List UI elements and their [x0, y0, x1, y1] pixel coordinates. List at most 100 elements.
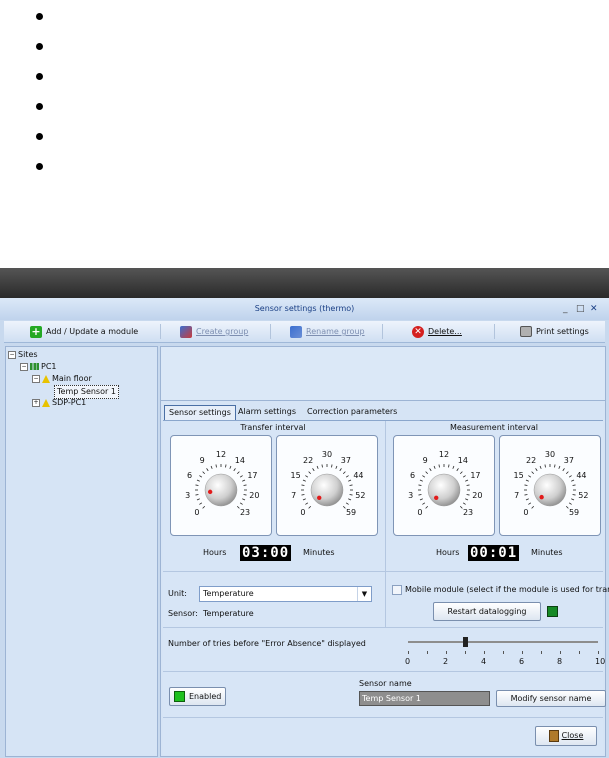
collapse-icon[interactable]: − [32, 374, 40, 383]
dial-label: 20 [249, 490, 260, 500]
tree-node-main-floor[interactable]: − Main floor [32, 373, 92, 385]
rename-group-icon [290, 325, 302, 338]
dial-indicator-dot [434, 495, 439, 500]
bullet-dot-icon [36, 103, 43, 110]
create-group-button[interactable]: Create group [180, 321, 248, 342]
dial-tick [301, 494, 305, 496]
tree-node-label: SDP-PC1 [52, 398, 87, 407]
maximize-icon[interactable]: □ [576, 298, 585, 320]
dial-tick [528, 475, 532, 478]
mobile-module-checkbox[interactable] [392, 585, 402, 595]
enabled-toggle[interactable]: Enabled [169, 687, 227, 706]
dial-knob[interactable] [427, 473, 461, 507]
dial-tick [305, 475, 309, 478]
dial-label: 17 [470, 470, 481, 480]
slider-scale-label: 0 [405, 657, 411, 666]
dial-label: 7 [514, 490, 520, 500]
transfer-hours-dial[interactable]: 0 3 6 9 12 14 17 20 23 [170, 435, 272, 536]
dial-tick [524, 484, 528, 486]
signal-icon [30, 363, 39, 370]
dial-label: 30 [544, 450, 556, 459]
rename-group-button[interactable]: Rename group [290, 321, 365, 342]
dial-tick [433, 465, 436, 469]
dial-tick [465, 479, 469, 482]
dial-tick [206, 468, 209, 472]
sensor-name-field[interactable]: Temp Sensor 1 [359, 691, 490, 706]
dial-knob[interactable] [533, 473, 567, 507]
dial-label: 15 [513, 470, 524, 480]
bullet-dot-icon [36, 163, 43, 170]
collapse-icon[interactable]: − [20, 362, 28, 371]
modify-sensor-name-button[interactable]: Modify sensor name [496, 690, 606, 707]
dial-tick [572, 494, 576, 496]
dial-label: 9 [199, 455, 205, 465]
dial-label: 30 [321, 450, 333, 459]
dial-knob[interactable] [310, 473, 344, 507]
slider-tick [465, 651, 466, 654]
section-divider [163, 717, 603, 718]
dial-label: 52 [355, 490, 366, 500]
door-icon [548, 729, 559, 742]
dial-label: 20 [472, 490, 483, 500]
logging-status-led [547, 606, 558, 617]
close-button[interactable]: Close [535, 726, 597, 746]
dial-tick [524, 494, 528, 496]
unit-select-value: Temperature [203, 589, 254, 598]
chevron-down-icon[interactable]: ▼ [357, 587, 371, 601]
tab-alarm-settings[interactable]: Alarm settings [234, 405, 300, 419]
delete-button[interactable]: ✕ Delete... [412, 321, 462, 342]
bullet-dot-icon [36, 133, 43, 140]
close-window-icon[interactable]: ✕ [590, 298, 598, 320]
dial-tick [539, 465, 542, 469]
measurement-hours-dial[interactable]: 0 3 6 9 12 14 17 20 23 [393, 435, 495, 536]
transfer-interval-title: Transfer interval [240, 423, 306, 432]
measurement-minutes-dial[interactable]: 0 7 15 22 30 37 44 52 59 [499, 435, 601, 536]
unit-label: Unit: [168, 589, 187, 598]
transfer-minutes-dial[interactable]: 0 7 15 22 30 37 44 52 59 [276, 435, 378, 536]
toolbar-separator [382, 324, 383, 339]
slider-tick [522, 651, 523, 654]
tree-node-sites[interactable]: − Sites [8, 349, 38, 361]
section-divider [385, 421, 386, 571]
slider-thumb[interactable] [463, 637, 468, 647]
minimize-icon[interactable]: _ [563, 298, 568, 320]
add-update-module-button[interactable]: + Add / Update a module [30, 321, 138, 342]
measurement-interval-title: Measurement interval [450, 423, 538, 432]
outer-window-frame [0, 268, 609, 298]
printer-icon [520, 326, 532, 337]
collapse-icon[interactable]: − [8, 350, 16, 359]
unit-select[interactable]: Temperature ▼ [199, 586, 372, 602]
slider-scale-label: 6 [519, 657, 525, 666]
tries-slider[interactable]: 0 2 4 6 8 10 [403, 627, 605, 671]
tree-node-pc[interactable]: − PC1 [20, 361, 57, 373]
dial-tick [456, 468, 459, 472]
close-label: Close [561, 731, 584, 740]
expand-icon[interactable]: + [32, 398, 40, 407]
slider-tick [541, 651, 542, 654]
dial-tick [316, 465, 319, 469]
section-divider [163, 671, 603, 672]
tab-correction-parameters[interactable]: Correction parameters [303, 405, 401, 419]
dial-tick [554, 464, 556, 468]
dial-label: 44 [353, 470, 364, 480]
print-settings-button[interactable]: Print settings [520, 321, 589, 342]
dial-label: 9 [422, 455, 428, 465]
dial-tick [239, 475, 243, 478]
delete-label: Delete... [428, 327, 462, 336]
delete-icon: ✕ [412, 325, 424, 338]
tab-sensor-settings[interactable]: Sensor settings [164, 405, 236, 420]
mobile-module-label: Mobile module (select if the module is u… [405, 585, 609, 594]
main-panel: Sensor settings Alarm settings Correctio… [160, 346, 609, 757]
restart-datalogging-button[interactable]: Restart datalogging [433, 602, 541, 621]
dial-label: 23 [462, 508, 474, 518]
dial-tick [531, 471, 535, 475]
slider-track[interactable] [408, 641, 598, 643]
tree-node-sdp-pc1[interactable]: + SDP-PC1 [32, 397, 86, 409]
measurement-hours-label: Hours [436, 548, 460, 557]
slider-tick [579, 651, 580, 654]
window-title: Sensor settings (thermo) [0, 298, 609, 320]
dial-tick [210, 465, 213, 469]
toolbar-separator [270, 324, 271, 339]
dial-label: 6 [410, 470, 416, 480]
dial-tick [459, 471, 463, 475]
